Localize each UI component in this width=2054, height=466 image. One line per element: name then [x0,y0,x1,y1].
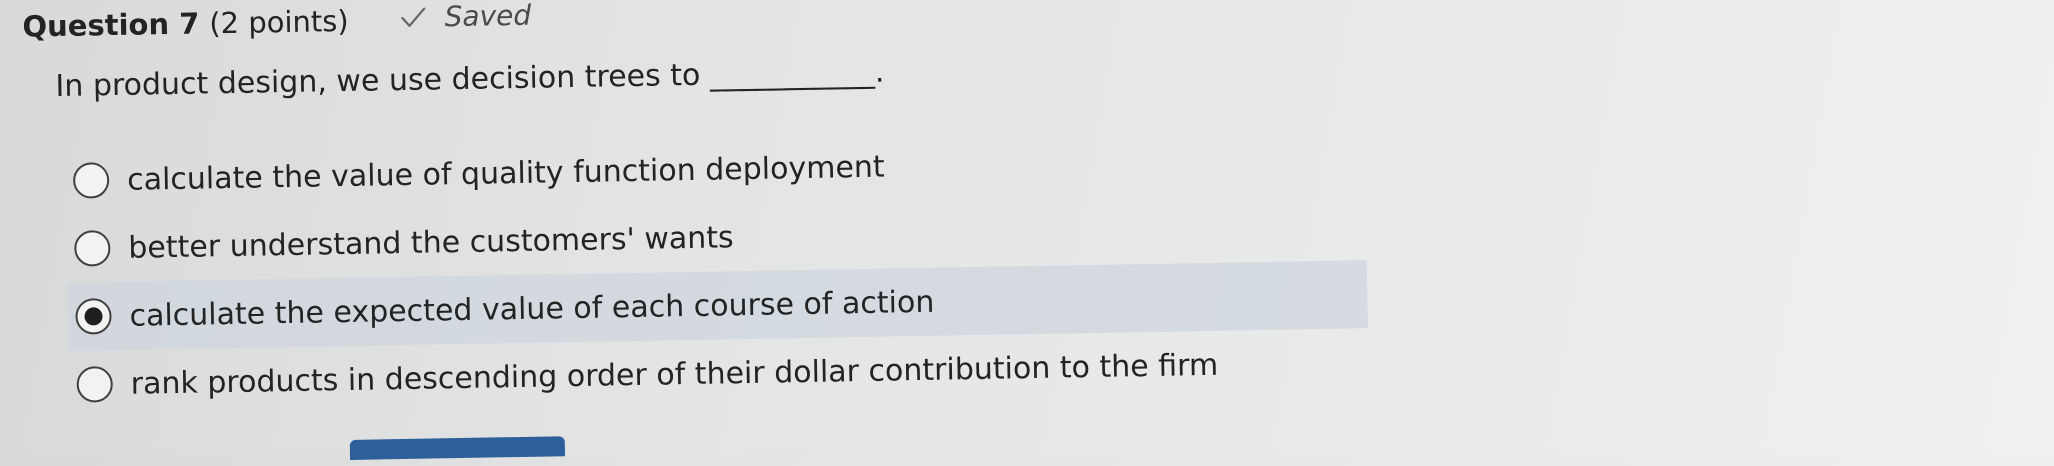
radio-button-3[interactable] [75,298,112,335]
answer-label-1[interactable]: calculate the value of quality function … [127,149,885,197]
radio-selected-dot [84,307,103,326]
answer-label-4[interactable]: rank products in descending order of the… [130,347,1218,401]
radio-button-4[interactable] [76,366,114,403]
question-points: (2 points) [209,3,349,40]
quiz-page: Question 7 (2 points) Saved In product d… [0,0,2054,460]
check-icon [400,5,426,29]
question-title: Question 7 [22,6,200,44]
radio-button-1[interactable] [72,162,110,199]
saved-text: Saved [444,0,532,34]
question-prompt: In product design, we use decision trees… [55,54,885,105]
question-header: Question 7 (2 points) Saved [22,0,531,43]
answer-label-2[interactable]: better understand the customers' wants [128,220,734,266]
answer-list: calculate the value of quality function … [65,124,1370,419]
radio-button-2[interactable] [74,230,111,267]
answer-label-3[interactable]: calculate the expected value of each cou… [129,284,934,333]
saved-status: Saved [400,0,531,34]
partially-visible-button[interactable] [349,436,566,460]
